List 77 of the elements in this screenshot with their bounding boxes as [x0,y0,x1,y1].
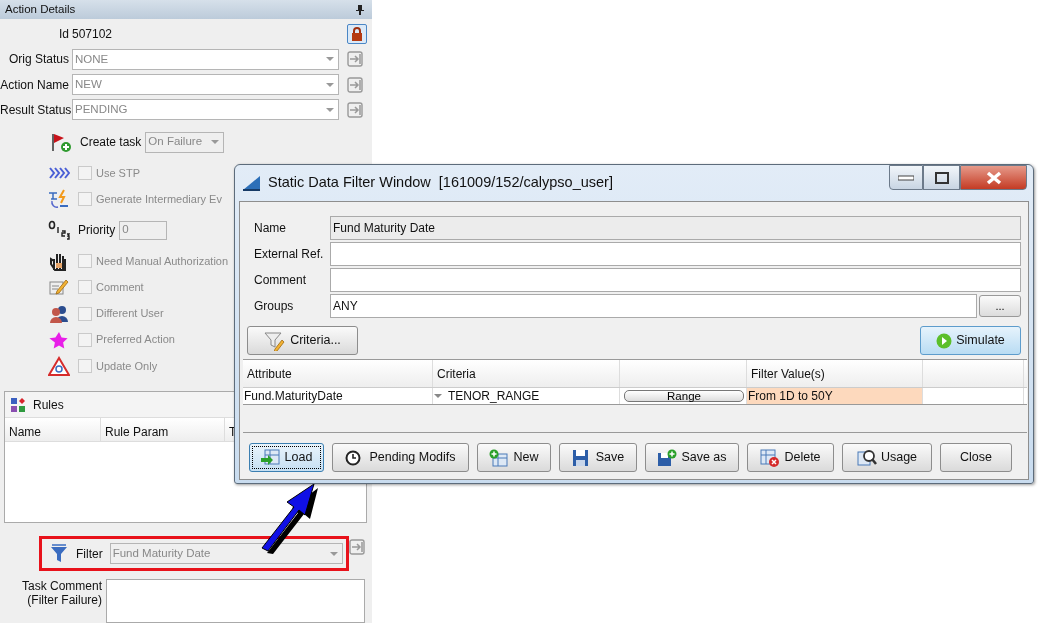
checkbox-label: Different User [96,306,164,322]
id-value: 507102 [72,26,113,44]
checkbox-label: Generate Intermediary Ev [96,191,222,207]
text-area[interactable] [106,579,365,623]
minimize-icon [898,174,914,181]
window-title: Static Data Filter Window [161009/152/calypso_user] [268,173,613,193]
blocks-icon [11,397,27,412]
dropdown[interactable]: NEW [72,74,339,96]
lock-icon [351,27,363,42]
maximize-button[interactable] [923,165,960,190]
browse-button[interactable]: ... [979,295,1021,317]
table-cell: From 1D to 50Y [747,388,923,404]
field-label: Task Comment (Filter Failure) [20,579,103,608]
minimize-button[interactable] [889,165,923,190]
play-icon [936,332,953,349]
apply-icon[interactable] [347,101,363,118]
flag-icon [50,132,72,153]
table-arrow-icon [260,448,281,467]
toolbar-button[interactable]: Save [559,443,637,472]
table-cell[interactable]: TENOR_RANGE [433,388,620,404]
checkbox-label: Update Only [96,358,158,374]
toolbar-button[interactable]: New [477,443,551,472]
toolbar-button[interactable]: Delete [747,443,834,472]
field-label: Result Status [0,101,72,119]
lock-button[interactable] [347,24,367,45]
field-label: Action Name [0,76,70,94]
close-button[interactable] [960,165,1027,190]
apply-icon[interactable] [347,76,363,93]
checkbox-label: Preferred Action [96,332,175,348]
toolbar-button[interactable]: Usage [842,443,932,472]
lightning-icon [48,189,70,209]
panel-heading: Rules [33,396,64,414]
field-label: Filter [76,545,103,563]
users-icon [48,303,70,324]
warning-icon [48,355,70,376]
create-task-label: Create task [80,134,142,152]
table-cell: Fund.MaturityDate [243,388,433,404]
criteria-button[interactable]: Criteria... [247,326,358,355]
funnel-icon [50,543,68,564]
text-field[interactable]: ANY [330,294,977,318]
dropdown[interactable]: PENDING [72,99,339,121]
checkbox-label: Comment [96,280,144,296]
dropdown[interactable]: NONE [72,48,339,70]
close-icon [984,170,1003,185]
app-logo-icon [242,175,262,191]
apply-icon[interactable] [347,51,363,68]
field-label: Orig Status [7,51,70,69]
text-field[interactable]: Fund Maturity Date [330,216,1021,240]
magnifier-icon [856,448,877,467]
text-field[interactable] [330,268,1021,292]
field-label: Priority [78,222,116,240]
field-label: Name [253,220,287,237]
range-button[interactable]: Range [624,390,744,402]
checkbox-label: Use STP [96,165,140,181]
maximize-icon [934,171,949,184]
column-header: Name [5,418,101,441]
field-label: Groups [253,298,295,315]
panel-title: Action Details [5,2,76,18]
toolbar-button[interactable]: Save as [645,443,739,472]
funnel-pencil-icon [264,330,287,351]
toolbar-button[interactable]: Load [249,443,324,472]
checkbox-label: Need Manual Authorization [96,253,229,269]
field-label: Id [58,26,70,44]
pencil-icon [48,277,70,298]
field-label: External Ref. [253,246,325,263]
floppy-plus-icon [657,448,678,467]
text-field[interactable] [330,242,1021,266]
simulate-button[interactable]: Simulate [920,326,1021,355]
table-delete-icon [760,448,781,467]
numbers-icon [48,220,70,241]
apply-icon[interactable] [349,539,365,556]
pin-icon[interactable] [356,4,364,15]
toolbar-button[interactable]: Pending Modifs [332,443,469,472]
field-label: Comment [253,272,307,289]
toolbar-button[interactable]: Close [940,443,1012,472]
table-plus-icon [489,448,510,467]
column-header: Rule Param [101,418,225,441]
